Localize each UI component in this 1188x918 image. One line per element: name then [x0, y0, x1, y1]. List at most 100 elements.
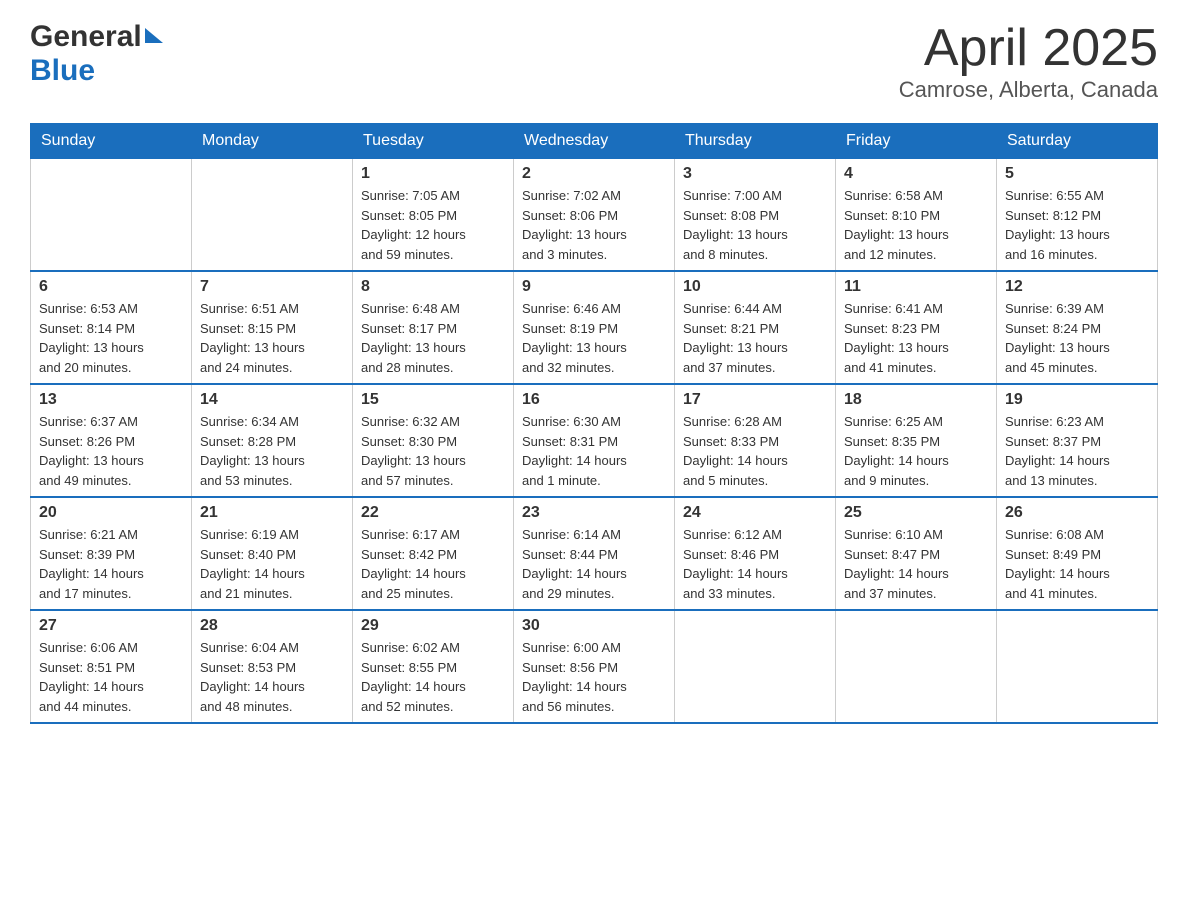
day-info: Sunrise: 6:04 AM Sunset: 8:53 PM Dayligh…: [200, 638, 344, 716]
table-row: 7 Sunrise: 6:51 AM Sunset: 8:15 PM Daylig…: [192, 271, 353, 384]
table-row: 21 Sunrise: 6:19 AM Sunset: 8:40 PM Dayli…: [192, 497, 353, 610]
day-info: Sunrise: 6:37 AM Sunset: 8:26 PM Dayligh…: [39, 412, 183, 490]
day-number: 30: [522, 617, 666, 635]
day-info: Sunrise: 6:46 AM Sunset: 8:19 PM Dayligh…: [522, 299, 666, 377]
table-row: 30 Sunrise: 6:00 AM Sunset: 8:56 PM Dayli…: [514, 610, 675, 723]
table-row: 11 Sunrise: 6:41 AM Sunset: 8:23 PM Dayli…: [836, 271, 997, 384]
day-number: 29: [361, 617, 505, 635]
day-number: 21: [200, 504, 344, 522]
title-block: April 2025 Camrose, Alberta, Canada: [899, 20, 1158, 103]
day-info: Sunrise: 6:19 AM Sunset: 8:40 PM Dayligh…: [200, 525, 344, 603]
day-info: Sunrise: 7:00 AM Sunset: 8:08 PM Dayligh…: [683, 186, 827, 264]
table-row: [31, 159, 192, 272]
table-row: 15 Sunrise: 6:32 AM Sunset: 8:30 PM Dayli…: [353, 384, 514, 497]
table-row: 5 Sunrise: 6:55 AM Sunset: 8:12 PM Daylig…: [997, 159, 1158, 272]
day-number: 12: [1005, 278, 1149, 296]
table-row: 28Sunrise: 6:04 AM Sunset: 8:53 PM Dayli…: [192, 610, 353, 723]
day-info: Sunrise: 7:02 AM Sunset: 8:06 PM Dayligh…: [522, 186, 666, 264]
calendar-body: 1 Sunrise: 7:05 AM Sunset: 8:05 PM Daylig…: [31, 159, 1158, 724]
day-number: 26: [1005, 504, 1149, 522]
day-info: Sunrise: 6:12 AM Sunset: 8:46 PM Dayligh…: [683, 525, 827, 603]
day-info: Sunrise: 6:55 AM Sunset: 8:12 PM Dayligh…: [1005, 186, 1149, 264]
table-row: 14 Sunrise: 6:34 AM Sunset: 8:28 PM Dayli…: [192, 384, 353, 497]
logo-general-text: General: [30, 20, 142, 54]
logo-blue-text: Blue: [30, 54, 95, 87]
day-number: 18: [844, 391, 988, 409]
table-row: 20 Sunrise: 6:21 AM Sunset: 8:39 PM Dayli…: [31, 497, 192, 610]
table-row: [997, 610, 1158, 723]
day-info: Sunrise: 6:25 AM Sunset: 8:35 PM Dayligh…: [844, 412, 988, 490]
table-row: 8 Sunrise: 6:48 AM Sunset: 8:17 PM Daylig…: [353, 271, 514, 384]
table-row: 19 Sunrise: 6:23 AM Sunset: 8:37 PM Dayli…: [997, 384, 1158, 497]
day-number: 22: [361, 504, 505, 522]
day-number: 8: [361, 278, 505, 296]
day-number: 5: [1005, 165, 1149, 183]
day-number: 16: [522, 391, 666, 409]
table-row: [192, 159, 353, 272]
day-info: Sunrise: 6:23 AM Sunset: 8:37 PM Dayligh…: [1005, 412, 1149, 490]
day-info: Sunrise: 6:41 AM Sunset: 8:23 PM Dayligh…: [844, 299, 988, 377]
day-info: Sunrise: 6:58 AM Sunset: 8:10 PM Dayligh…: [844, 186, 988, 264]
day-number: 11: [844, 278, 988, 296]
day-info: Sunrise: 6:30 AM Sunset: 8:31 PM Dayligh…: [522, 412, 666, 490]
logo: General Blue: [30, 20, 163, 88]
day-number: 9: [522, 278, 666, 296]
table-row: [675, 610, 836, 723]
day-info: Sunrise: 7:05 AM Sunset: 8:05 PM Dayligh…: [361, 186, 505, 264]
day-info: Sunrise: 6:08 AM Sunset: 8:49 PM Dayligh…: [1005, 525, 1149, 603]
table-row: 12 Sunrise: 6:39 AM Sunset: 8:24 PM Dayli…: [997, 271, 1158, 384]
table-row: 4 Sunrise: 6:58 AM Sunset: 8:10 PM Daylig…: [836, 159, 997, 272]
day-info: Sunrise: 6:34 AM Sunset: 8:28 PM Dayligh…: [200, 412, 344, 490]
table-row: 26 Sunrise: 6:08 AM Sunset: 8:49 PM Dayli…: [997, 497, 1158, 610]
header-friday: Friday: [836, 124, 997, 159]
day-info: Sunrise: 6:21 AM Sunset: 8:39 PM Dayligh…: [39, 525, 183, 603]
table-row: 18 Sunrise: 6:25 AM Sunset: 8:35 PM Dayli…: [836, 384, 997, 497]
day-number: 10: [683, 278, 827, 296]
day-info: Sunrise: 6:39 AM Sunset: 8:24 PM Dayligh…: [1005, 299, 1149, 377]
header-thursday: Thursday: [675, 124, 836, 159]
day-info: Sunrise: 6:17 AM Sunset: 8:42 PM Dayligh…: [361, 525, 505, 603]
day-number: 6: [39, 278, 183, 296]
day-number: 13: [39, 391, 183, 409]
day-info: Sunrise: 6:06 AM Sunset: 8:51 PM Dayligh…: [39, 638, 183, 716]
header-monday: Monday: [192, 124, 353, 159]
table-row: 27 Sunrise: 6:06 AM Sunset: 8:51 PM Dayli…: [31, 610, 192, 723]
table-row: 1 Sunrise: 7:05 AM Sunset: 8:05 PM Daylig…: [353, 159, 514, 272]
day-number: 17: [683, 391, 827, 409]
day-info: Sunrise: 6:10 AM Sunset: 8:47 PM Dayligh…: [844, 525, 988, 603]
day-info: Sunrise: 6:00 AM Sunset: 8:56 PM Dayligh…: [522, 638, 666, 716]
header-saturday: Saturday: [997, 124, 1158, 159]
header-wednesday: Wednesday: [514, 124, 675, 159]
day-number: 27: [39, 617, 183, 635]
table-row: 17Sunrise: 6:28 AM Sunset: 8:33 PM Dayli…: [675, 384, 836, 497]
location: Camrose, Alberta, Canada: [899, 77, 1158, 103]
table-row: 13 Sunrise: 6:37 AM Sunset: 8:26 PM Dayli…: [31, 384, 192, 497]
day-info: Sunrise: 6:53 AM Sunset: 8:14 PM Dayligh…: [39, 299, 183, 377]
day-number: 4: [844, 165, 988, 183]
day-info: Sunrise: 6:48 AM Sunset: 8:17 PM Dayligh…: [361, 299, 505, 377]
calendar-header: Sunday Monday Tuesday Wednesday Thursday…: [31, 124, 1158, 159]
day-number: 7: [200, 278, 344, 296]
day-number: 3: [683, 165, 827, 183]
table-row: 10 Sunrise: 6:44 AM Sunset: 8:21 PM Dayli…: [675, 271, 836, 384]
table-row: 25 Sunrise: 6:10 AM Sunset: 8:47 PM Dayli…: [836, 497, 997, 610]
day-number: 15: [361, 391, 505, 409]
day-number: 23: [522, 504, 666, 522]
table-row: 3 Sunrise: 7:00 AM Sunset: 8:08 PM Daylig…: [675, 159, 836, 272]
day-number: 24: [683, 504, 827, 522]
table-row: 2Sunrise: 7:02 AM Sunset: 8:06 PM Daylig…: [514, 159, 675, 272]
day-info: Sunrise: 6:51 AM Sunset: 8:15 PM Dayligh…: [200, 299, 344, 377]
day-number: 14: [200, 391, 344, 409]
day-info: Sunrise: 6:32 AM Sunset: 8:30 PM Dayligh…: [361, 412, 505, 490]
page-header: General Blue April 2025 Camrose, Alberta…: [30, 20, 1158, 103]
table-row: 24 Sunrise: 6:12 AM Sunset: 8:46 PM Dayli…: [675, 497, 836, 610]
table-row: 6 Sunrise: 6:53 AM Sunset: 8:14 PM Daylig…: [31, 271, 192, 384]
day-info: Sunrise: 6:44 AM Sunset: 8:21 PM Dayligh…: [683, 299, 827, 377]
day-number: 1: [361, 165, 505, 183]
table-row: 9 Sunrise: 6:46 AM Sunset: 8:19 PM Daylig…: [514, 271, 675, 384]
day-number: 25: [844, 504, 988, 522]
day-info: Sunrise: 6:14 AM Sunset: 8:44 PM Dayligh…: [522, 525, 666, 603]
calendar-table: Sunday Monday Tuesday Wednesday Thursday…: [30, 123, 1158, 724]
day-number: 19: [1005, 391, 1149, 409]
day-number: 20: [39, 504, 183, 522]
